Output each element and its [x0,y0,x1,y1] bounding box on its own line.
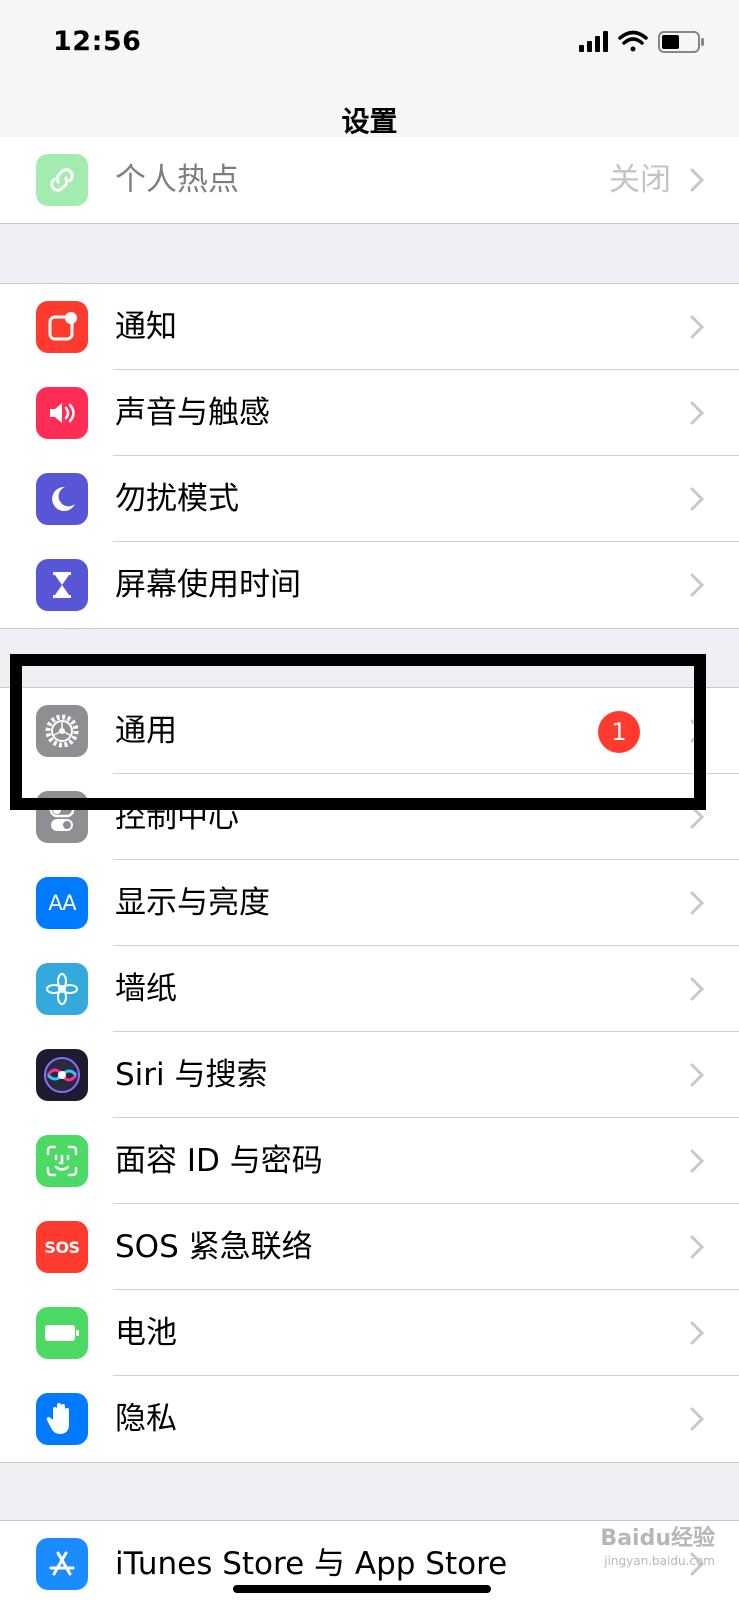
status-bar: 12:56 [0,0,739,90]
text-size-glyph: AA [48,891,76,915]
text-size-icon: AA [36,877,88,929]
app-store-icon [36,1538,88,1590]
sos-glyph: SOS [44,1237,80,1257]
sos-icon: SOS [36,1221,88,1273]
chevron-right-icon [690,168,704,192]
settings-row-screen-time[interactable]: 屏幕使用时间 [0,542,739,628]
face-id-icon [36,1135,88,1187]
wifi-icon [618,30,648,52]
settings-row-hotspot[interactable]: 个人热点 关闭 [0,137,739,223]
settings-row-label: 勿扰模式 [115,481,239,517]
battery-icon [658,31,704,53]
settings-row-privacy[interactable]: 隐私 [0,1376,739,1462]
settings-row-wallpaper[interactable]: 墙纸 [0,946,739,1032]
battery-green-icon [36,1307,88,1359]
home-indicator[interactable] [233,1585,491,1593]
settings-row-do-not-disturb[interactable]: 勿扰模式 [0,456,739,542]
chevron-right-icon [690,573,704,597]
hourglass-icon [36,559,88,611]
chevron-right-icon [690,1235,704,1259]
settings-row-label: 墙纸 [115,971,177,1007]
chevron-right-icon [690,401,704,425]
settings-row-label: Siri 与搜索 [115,1057,268,1093]
settings-row-emergency-sos[interactable]: SOS SOS 紧急联络 [0,1204,739,1290]
settings-row-label: 显示与亮度 [115,885,270,921]
chevron-right-icon [690,1321,704,1345]
highlight-annotation-box [10,654,706,810]
settings-row-battery[interactable]: 电池 [0,1290,739,1376]
watermark: Baidu经验 jingyan.baidu.com [600,1520,715,1568]
chevron-right-icon [690,487,704,511]
settings-row-face-id[interactable]: 面容 ID 与密码 [0,1118,739,1204]
sound-icon [36,387,88,439]
settings-row-label: 面容 ID 与密码 [115,1143,323,1179]
watermark-subtext: jingyan.baidu.com [604,1554,715,1568]
siri-icon [36,1049,88,1101]
status-time: 12:56 [53,26,142,57]
status-icons [579,28,709,58]
settings-row-label: 电池 [115,1315,177,1351]
settings-row-label: 声音与触感 [115,395,270,431]
settings-row-label: 隐私 [115,1401,177,1437]
settings-row-display[interactable]: AA 显示与亮度 [0,860,739,946]
cellular-signal-icon [579,31,608,52]
settings-row-label: 个人热点 [115,162,239,198]
chevron-right-icon [690,977,704,1001]
settings-row-value: 关闭 [609,162,671,198]
chevron-right-icon [690,891,704,915]
settings-row-siri[interactable]: Siri 与搜索 [0,1032,739,1118]
watermark-text: Baidu经验 [600,1526,715,1551]
settings-row-label: 屏幕使用时间 [115,567,301,603]
hotspot-icon [36,154,88,206]
moon-icon [36,473,88,525]
settings-row-notifications[interactable]: 通知 [0,284,739,370]
settings-row-label: 通知 [115,309,177,345]
chevron-right-icon [690,1149,704,1173]
settings-row-label: SOS 紧急联络 [115,1229,313,1265]
settings-group-notifications: 通知 声音与触感 勿扰模式 屏幕使用时间 [0,283,739,629]
hand-icon [36,1393,88,1445]
settings-group-network: 个人热点 关闭 [0,137,739,224]
page-title: 设置 [341,105,398,138]
settings-row-sound[interactable]: 声音与触感 [0,370,739,456]
chevron-right-icon [690,315,704,339]
chevron-right-icon [690,1407,704,1431]
chevron-right-icon [690,1063,704,1087]
notifications-icon [36,301,88,353]
flower-icon [36,963,88,1015]
